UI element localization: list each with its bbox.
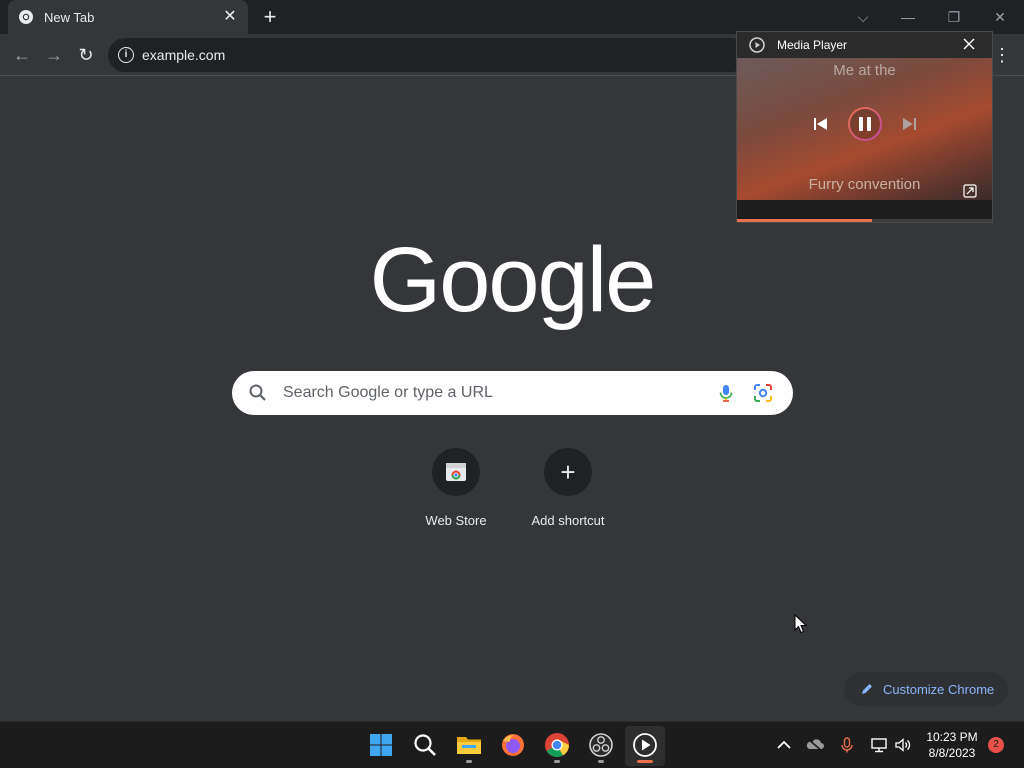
network-icon[interactable]	[870, 736, 888, 754]
running-indicator	[466, 760, 472, 763]
search-input[interactable]	[283, 381, 683, 405]
progress-bar[interactable]	[737, 219, 992, 222]
chrome-icon[interactable]	[543, 731, 571, 759]
site-info-icon[interactable]: i	[118, 47, 134, 63]
tab-strip: New Tab ✕ + ⌵ — ❐ ✕	[0, 0, 1024, 34]
show-hidden-icons-chevron-up-icon[interactable]	[775, 736, 793, 754]
shortcut-tile: +	[544, 448, 592, 496]
mouse-cursor-icon	[794, 614, 808, 634]
forward-button[interactable]: →	[41, 42, 67, 68]
media-player-app-icon	[749, 37, 765, 53]
close-icon[interactable]	[962, 37, 976, 51]
obs-icon[interactable]	[587, 731, 615, 759]
video-frame[interactable]: Me at the Furry convention	[737, 58, 992, 200]
tab-new-tab[interactable]: New Tab ✕	[8, 0, 248, 34]
media-player-title: Media Player	[777, 38, 848, 52]
voice-search-icon[interactable]	[716, 383, 736, 403]
media-player-icon[interactable]	[631, 731, 659, 759]
customize-chrome-button[interactable]: Customize Chrome	[844, 672, 1008, 706]
minimize-button[interactable]: —	[896, 5, 920, 29]
chrome-favicon-icon	[19, 10, 33, 24]
shortcut-add[interactable]: + Add shortcut	[512, 448, 624, 538]
media-player-titlebar[interactable]: Media Player	[737, 32, 992, 58]
file-explorer-icon[interactable]	[455, 731, 483, 759]
shortcut-tile	[432, 448, 480, 496]
expand-window-icon[interactable]	[963, 184, 977, 198]
google-lens-icon[interactable]	[753, 383, 773, 403]
progress-fill	[737, 219, 873, 222]
pencil-icon	[862, 684, 872, 694]
reload-button[interactable]: ↻	[73, 42, 99, 68]
search-icon[interactable]	[411, 731, 439, 759]
web-store-icon	[446, 463, 466, 481]
clock-date: 8/8/2023	[928, 746, 976, 760]
clock-time: 10:23 PM	[926, 730, 978, 744]
new-tab-button[interactable]: +	[258, 5, 282, 29]
next-track-icon[interactable]	[901, 116, 917, 132]
video-caption-bottom: Furry convention	[808, 176, 921, 193]
volume-icon[interactable]	[894, 736, 912, 754]
running-indicator	[554, 760, 560, 763]
active-indicator	[637, 760, 653, 763]
media-player-window[interactable]: Media Player Me at the Furry convention	[736, 31, 993, 223]
notification-badge[interactable]: 2	[988, 737, 1004, 753]
plus-icon: +	[560, 457, 576, 487]
previous-track-icon[interactable]	[813, 116, 829, 132]
windows-start-icon[interactable]	[367, 731, 395, 759]
microphone-icon[interactable]	[838, 736, 856, 754]
running-indicator	[598, 760, 604, 763]
window-close-button[interactable]: ✕	[988, 5, 1012, 29]
shortcut-web-store[interactable]: Web Store	[400, 448, 512, 538]
url-host: example.com	[142, 47, 226, 63]
restore-button[interactable]: ❐	[942, 5, 966, 29]
tab-search-dropdown-icon[interactable]: ⌵	[851, 5, 875, 29]
windows-taskbar: 10:23 PM 8/8/2023 2	[0, 721, 1024, 768]
video-caption-top: Me at the	[833, 62, 896, 79]
back-button[interactable]: ←	[9, 42, 35, 68]
system-clock[interactable]: 10:23 PM 8/8/2023	[916, 729, 988, 761]
customize-chrome-label: Customize Chrome	[883, 681, 995, 697]
shortcut-label: Web Store	[425, 513, 487, 528]
tab-title: New Tab	[44, 9, 95, 25]
media-controls-bar	[737, 200, 992, 222]
onedrive-icon[interactable]	[806, 736, 824, 754]
chrome-menu-button[interactable]: ⋮	[992, 44, 1012, 66]
firefox-icon[interactable]	[499, 731, 527, 759]
google-logo: Google	[369, 229, 657, 331]
address-bar[interactable]: i example.com	[108, 38, 748, 72]
search-icon	[249, 384, 266, 401]
shortcut-label: Add shortcut	[531, 513, 605, 528]
url-text[interactable]: example.com	[142, 47, 225, 63]
search-box[interactable]	[232, 371, 793, 415]
pause-button[interactable]	[847, 106, 883, 142]
tab-close-icon[interactable]: ✕	[222, 9, 238, 25]
